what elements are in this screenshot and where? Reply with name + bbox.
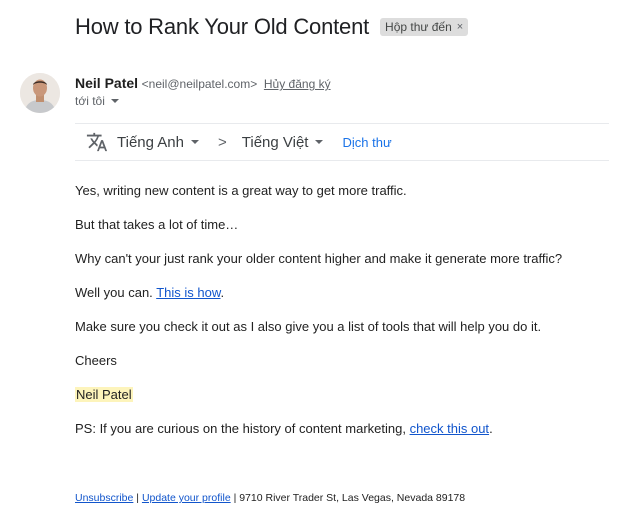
chevron-down-icon[interactable] <box>110 99 119 103</box>
avatar-image <box>20 73 60 113</box>
ps-paragraph: PS: If you are curious on the history of… <box>75 421 615 455</box>
body-text: Well you can. <box>75 285 157 300</box>
footer-separator: | <box>133 492 142 504</box>
footer-address: | 9710 River Trader St, Las Vegas, Nevad… <box>230 492 466 504</box>
body-paragraph: Well you can. This is how. <box>75 285 615 319</box>
update-profile-link[interactable]: Update your profile <box>142 492 231 504</box>
body-paragraph: Yes, writing new content is a great way … <box>75 183 407 198</box>
body-text: . <box>220 285 225 300</box>
email-footer: Unsubscribe | Update your profile | 9710… <box>75 492 465 504</box>
sender-email: <neil@neilpatel.com> <box>141 77 258 91</box>
sender-avatar[interactable] <box>20 73 60 113</box>
chevron-down-icon <box>191 140 199 144</box>
signature-name: Neil Patel <box>75 387 133 402</box>
body-text: PS: If you are curious on the history of… <box>75 421 410 436</box>
translate-message-button[interactable]: Dịch thư <box>342 135 391 150</box>
remove-label-icon[interactable]: × <box>457 21 463 33</box>
sender-block: Neil Patel <neil@neilpatel.com> Hủy đăng… <box>75 75 331 108</box>
footer-unsubscribe-link[interactable]: Unsubscribe <box>75 492 133 504</box>
source-language-label: Tiếng Anh <box>117 133 184 151</box>
body-paragraph: Make sure you check it out as I also giv… <box>75 319 542 334</box>
target-language-select[interactable]: Tiếng Việt <box>242 134 324 151</box>
body-paragraph: Why can't your just rank your older cont… <box>75 251 563 266</box>
target-language-label: Tiếng Việt <box>241 133 309 151</box>
body-paragraph: But that takes a lot of time… <box>75 217 239 232</box>
body-text: . <box>489 421 493 436</box>
sender-name[interactable]: Neil Patel <box>75 75 138 91</box>
email-body: Yes, writing new content is a great way … <box>75 183 615 455</box>
recipient-line[interactable]: tới tôi <box>75 94 331 108</box>
inbox-label-text: Hộp thư đến <box>385 20 452 34</box>
unsubscribe-link[interactable]: Hủy đăng ký <box>264 77 331 91</box>
body-paragraph: Cheers <box>75 353 117 368</box>
translate-bar: Tiếng Anh > Tiếng Việt Dịch thư <box>75 123 609 161</box>
chevron-down-icon <box>315 140 324 144</box>
translate-icon <box>86 132 108 152</box>
email-subject: How to Rank Your Old Content <box>75 14 370 39</box>
arrow-right-icon: > <box>218 133 227 151</box>
signature-paragraph: Neil Patel <box>75 387 615 421</box>
recipient-text: tới tôi <box>75 94 105 108</box>
this-is-how-link[interactable]: This is how <box>156 285 220 300</box>
inbox-label-chip[interactable]: Hộp thư đến × <box>380 18 469 36</box>
subject-row: How to Rank Your Old Content Hộp thư đến… <box>75 14 469 40</box>
source-language-select[interactable]: Tiếng Anh <box>117 134 199 151</box>
check-this-out-link[interactable]: check this out <box>410 421 490 436</box>
